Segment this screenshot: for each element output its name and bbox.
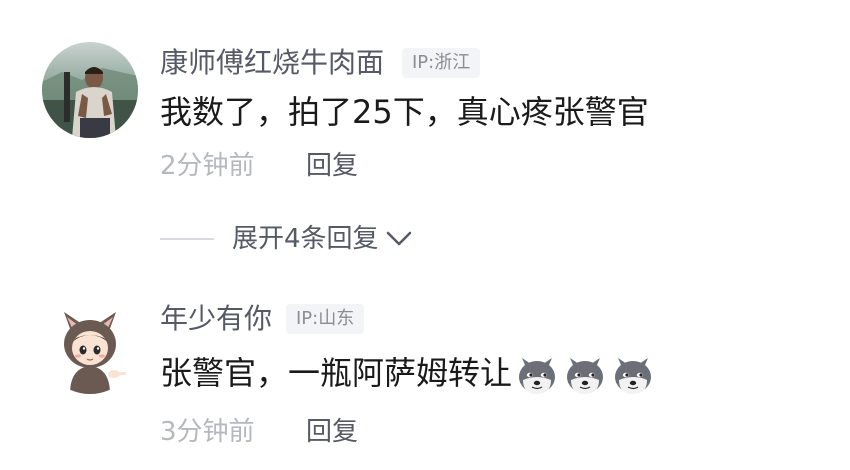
divider-line: [160, 238, 214, 240]
chevron-down-icon: [385, 229, 413, 253]
comment-time: 3分钟前: [160, 417, 255, 447]
comment-text: 张警官，一瓶阿萨姆转让: [160, 352, 658, 398]
comment-time: 2分钟前: [160, 151, 255, 181]
expand-replies-label: 展开4条回复: [232, 224, 379, 254]
doge-emoji-icon: [567, 358, 604, 394]
expand-replies-button[interactable]: 展开4条回复: [160, 222, 413, 256]
ip-location-badge: IP:山东: [286, 304, 365, 334]
emoji-group: [514, 352, 658, 398]
doge-emoji-icon: [519, 358, 556, 394]
reply-button[interactable]: 回复: [306, 150, 358, 182]
avatar[interactable]: [42, 42, 138, 138]
ip-location-badge: IP:浙江: [402, 48, 481, 78]
username[interactable]: 年少有你: [160, 302, 272, 336]
username[interactable]: 康师傅红烧牛肉面: [160, 46, 384, 80]
comment-text-body: 张警官，一瓶阿萨姆转让: [160, 354, 513, 392]
avatar[interactable]: [42, 298, 138, 394]
avatar-photo-image: [42, 42, 138, 138]
doge-emoji-icon: [615, 358, 652, 394]
reply-button[interactable]: 回复: [306, 416, 358, 448]
avatar-cartoon-image: [42, 298, 138, 394]
comment-text: 我数了，拍了25下，真心疼张警官: [160, 93, 649, 131]
